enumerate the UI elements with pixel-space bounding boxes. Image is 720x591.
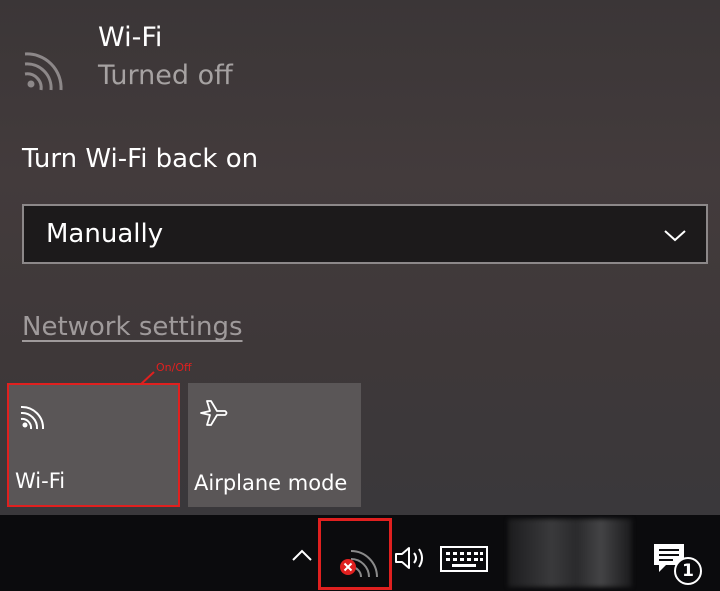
wifi-off-large-icon (24, 52, 63, 91)
chevron-down-icon (664, 230, 686, 242)
wifi-tile-label: Wi-Fi (15, 469, 66, 493)
blurred-clock-area (508, 519, 632, 587)
wifi-header: Wi-Fi Turned off (22, 20, 422, 100)
wifi-disconnected-icon[interactable] (337, 543, 379, 579)
taskbar: 1 (0, 515, 720, 591)
keyboard-icon[interactable] (440, 545, 488, 573)
chevron-up-icon[interactable] (290, 545, 314, 565)
wifi-title: Wi-Fi (98, 22, 163, 53)
volume-icon[interactable] (393, 543, 429, 573)
airplane-mode-tile[interactable]: Airplane mode (188, 383, 361, 507)
turn-wifi-back-on-dropdown[interactable]: Manually (22, 204, 708, 264)
airplane-tile-label: Airplane mode (194, 471, 348, 495)
notification-count-badge: 1 (674, 557, 702, 585)
dropdown-selected-value: Manually (46, 219, 164, 249)
wifi-icon (20, 405, 45, 430)
turn-wifi-back-on-label: Turn Wi-Fi back on (22, 144, 259, 174)
wifi-status: Turned off (98, 60, 233, 91)
wifi-toggle-tile[interactable]: Wi-Fi (7, 383, 180, 507)
airplane-icon (200, 400, 228, 426)
network-settings-link[interactable]: Network settings (22, 312, 243, 342)
